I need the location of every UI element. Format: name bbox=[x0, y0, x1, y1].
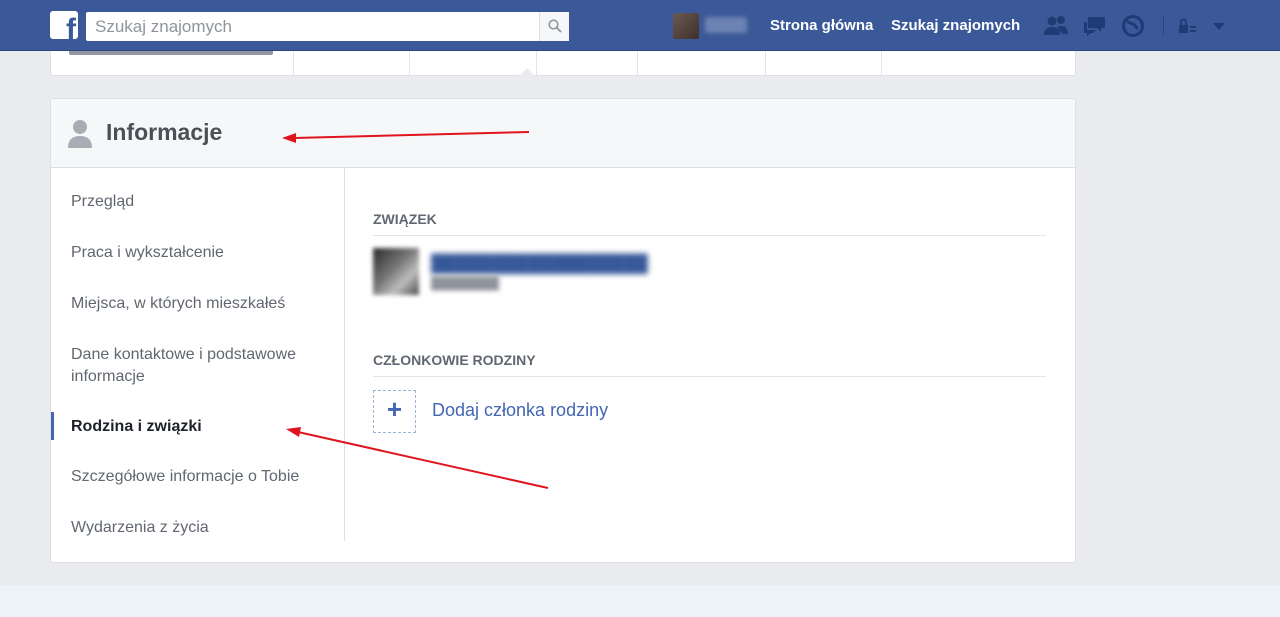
page-footer-band bbox=[0, 585, 1280, 617]
user-avatar[interactable] bbox=[673, 13, 699, 39]
chevron-down-icon[interactable] bbox=[1211, 14, 1227, 38]
person-icon bbox=[68, 120, 92, 148]
tab-divider bbox=[881, 51, 882, 75]
friend-requests-icon[interactable] bbox=[1043, 14, 1069, 38]
sidebar-item-details-about-you[interactable]: Szczegółowe informacje o Tobie bbox=[71, 466, 331, 488]
about-card: Informacje Przegląd Praca i wykształceni… bbox=[50, 98, 1076, 563]
search-icon bbox=[548, 19, 562, 33]
tab-timeline[interactable] bbox=[293, 51, 409, 75]
partner-avatar[interactable] bbox=[373, 248, 419, 295]
top-bar: f Strona główna Szukaj znajomych bbox=[0, 0, 1280, 51]
cover-thumbnail-edge bbox=[69, 51, 273, 55]
plus-icon: + bbox=[386, 394, 403, 424]
toolbar-divider bbox=[1163, 16, 1164, 36]
sidebar-item-contact-info[interactable]: Dane kontaktowe i podstawowe informacje bbox=[71, 344, 331, 388]
facebook-logo-icon[interactable]: f bbox=[50, 11, 78, 39]
partner-name-blurred[interactable]: ██████████████████ bbox=[431, 254, 648, 274]
sidebar-item-places-lived[interactable]: Miejsca, w których mieszkałeś bbox=[71, 293, 331, 315]
sidebar-item-overview[interactable]: Przegląd bbox=[71, 191, 331, 213]
search-input[interactable] bbox=[86, 12, 538, 41]
page-title: Informacje bbox=[106, 119, 223, 145]
privacy-shortcuts-icon[interactable] bbox=[1176, 14, 1198, 38]
about-sidebar: Przegląd Praca i wykształcenie Miejsca, … bbox=[51, 168, 345, 541]
add-family-member-button[interactable]: + bbox=[373, 390, 416, 433]
tab-photos[interactable] bbox=[536, 51, 637, 75]
tab-more[interactable] bbox=[765, 51, 881, 75]
about-card-header: Informacje bbox=[51, 99, 1075, 168]
add-family-member-link[interactable]: Dodaj członka rodziny bbox=[432, 400, 608, 421]
relationship-divider bbox=[373, 235, 1046, 236]
search-button[interactable] bbox=[539, 12, 569, 41]
messages-icon[interactable] bbox=[1082, 14, 1108, 38]
nav-home-link[interactable]: Strona główna bbox=[770, 17, 873, 34]
sidebar-item-life-events[interactable]: Wydarzenia z życia bbox=[71, 517, 331, 539]
sidebar-item-work-education[interactable]: Praca i wykształcenie bbox=[71, 242, 331, 264]
notifications-globe-icon[interactable] bbox=[1120, 14, 1146, 38]
tab-about[interactable] bbox=[409, 51, 536, 75]
tab-friends[interactable] bbox=[637, 51, 765, 75]
nav-find-friends-link[interactable]: Szukaj znajomych bbox=[891, 17, 1020, 34]
active-indicator bbox=[51, 412, 54, 440]
family-divider bbox=[373, 376, 1046, 377]
partner-status-blurred: ████████ bbox=[431, 276, 500, 290]
active-tab-caret bbox=[519, 68, 535, 76]
relationship-heading: ZWIĄZEK bbox=[373, 211, 437, 227]
sidebar-item-family-relationships[interactable]: Rodzina i związki bbox=[71, 416, 331, 438]
family-members-heading: CZŁONKOWIE RODZINY bbox=[373, 352, 536, 368]
search-box bbox=[86, 12, 569, 41]
user-name-blurred[interactable] bbox=[705, 17, 747, 33]
profile-nav-bar bbox=[50, 51, 1076, 76]
